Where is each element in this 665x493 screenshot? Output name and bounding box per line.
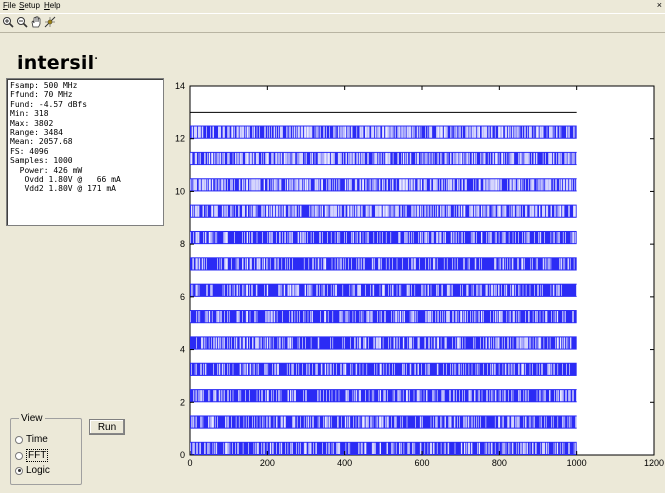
view-legend: View	[19, 413, 45, 424]
logic-trace-bit-1	[190, 415, 577, 429]
y-tick-label: 14	[175, 81, 185, 91]
radio-fft-circle[interactable]	[15, 451, 23, 460]
x-tick-label: 1200	[644, 458, 664, 468]
y-tick-label: 10	[175, 186, 185, 196]
trace-gaps	[191, 284, 577, 296]
x-tick-label: 1000	[567, 458, 587, 468]
logic-trace-bit-11	[190, 151, 577, 166]
logic-trace-bit-0	[190, 441, 577, 455]
radio-fft-label: FFT	[26, 449, 49, 462]
y-tick-label: 0	[180, 450, 185, 460]
logic-trace-bit-4	[190, 336, 577, 350]
radio-fft[interactable]: FFT	[15, 449, 49, 462]
y-tick-label: 8	[180, 239, 185, 249]
y-tick-label: 12	[175, 134, 185, 144]
logic-trace-bit-10	[190, 178, 577, 192]
logic-trace-bit-12	[190, 125, 577, 139]
logic-trace-bit-5	[190, 310, 577, 324]
logic-trace-bit-8	[190, 230, 577, 245]
logic-trace-bit-7	[190, 257, 577, 271]
x-tick-label: 400	[337, 458, 352, 468]
logic-trace-bit-6	[190, 283, 577, 297]
radio-logic-circle[interactable]	[15, 466, 23, 475]
radio-time-circle[interactable]	[15, 435, 23, 444]
logic-trace-bit-2	[190, 389, 577, 403]
radio-time-label: Time	[26, 434, 48, 445]
radio-logic-label: Logic	[26, 465, 50, 476]
logic-trace-bit-3	[190, 362, 577, 376]
y-tick-label: 6	[180, 292, 185, 302]
y-tick-label: 2	[180, 397, 185, 407]
run-button[interactable]: Run	[89, 419, 125, 435]
y-tick-label: 4	[180, 345, 185, 355]
radio-logic[interactable]: Logic	[15, 465, 50, 476]
trace-gaps	[191, 126, 576, 138]
x-tick-label: 800	[492, 458, 507, 468]
radio-time[interactable]: Time	[15, 434, 48, 445]
view-group: View Time FFT Logic	[10, 413, 82, 485]
x-tick-label: 200	[260, 458, 275, 468]
logic-trace-bit-9	[190, 204, 577, 218]
x-tick-label: 0	[187, 458, 192, 468]
x-tick-label: 600	[414, 458, 429, 468]
